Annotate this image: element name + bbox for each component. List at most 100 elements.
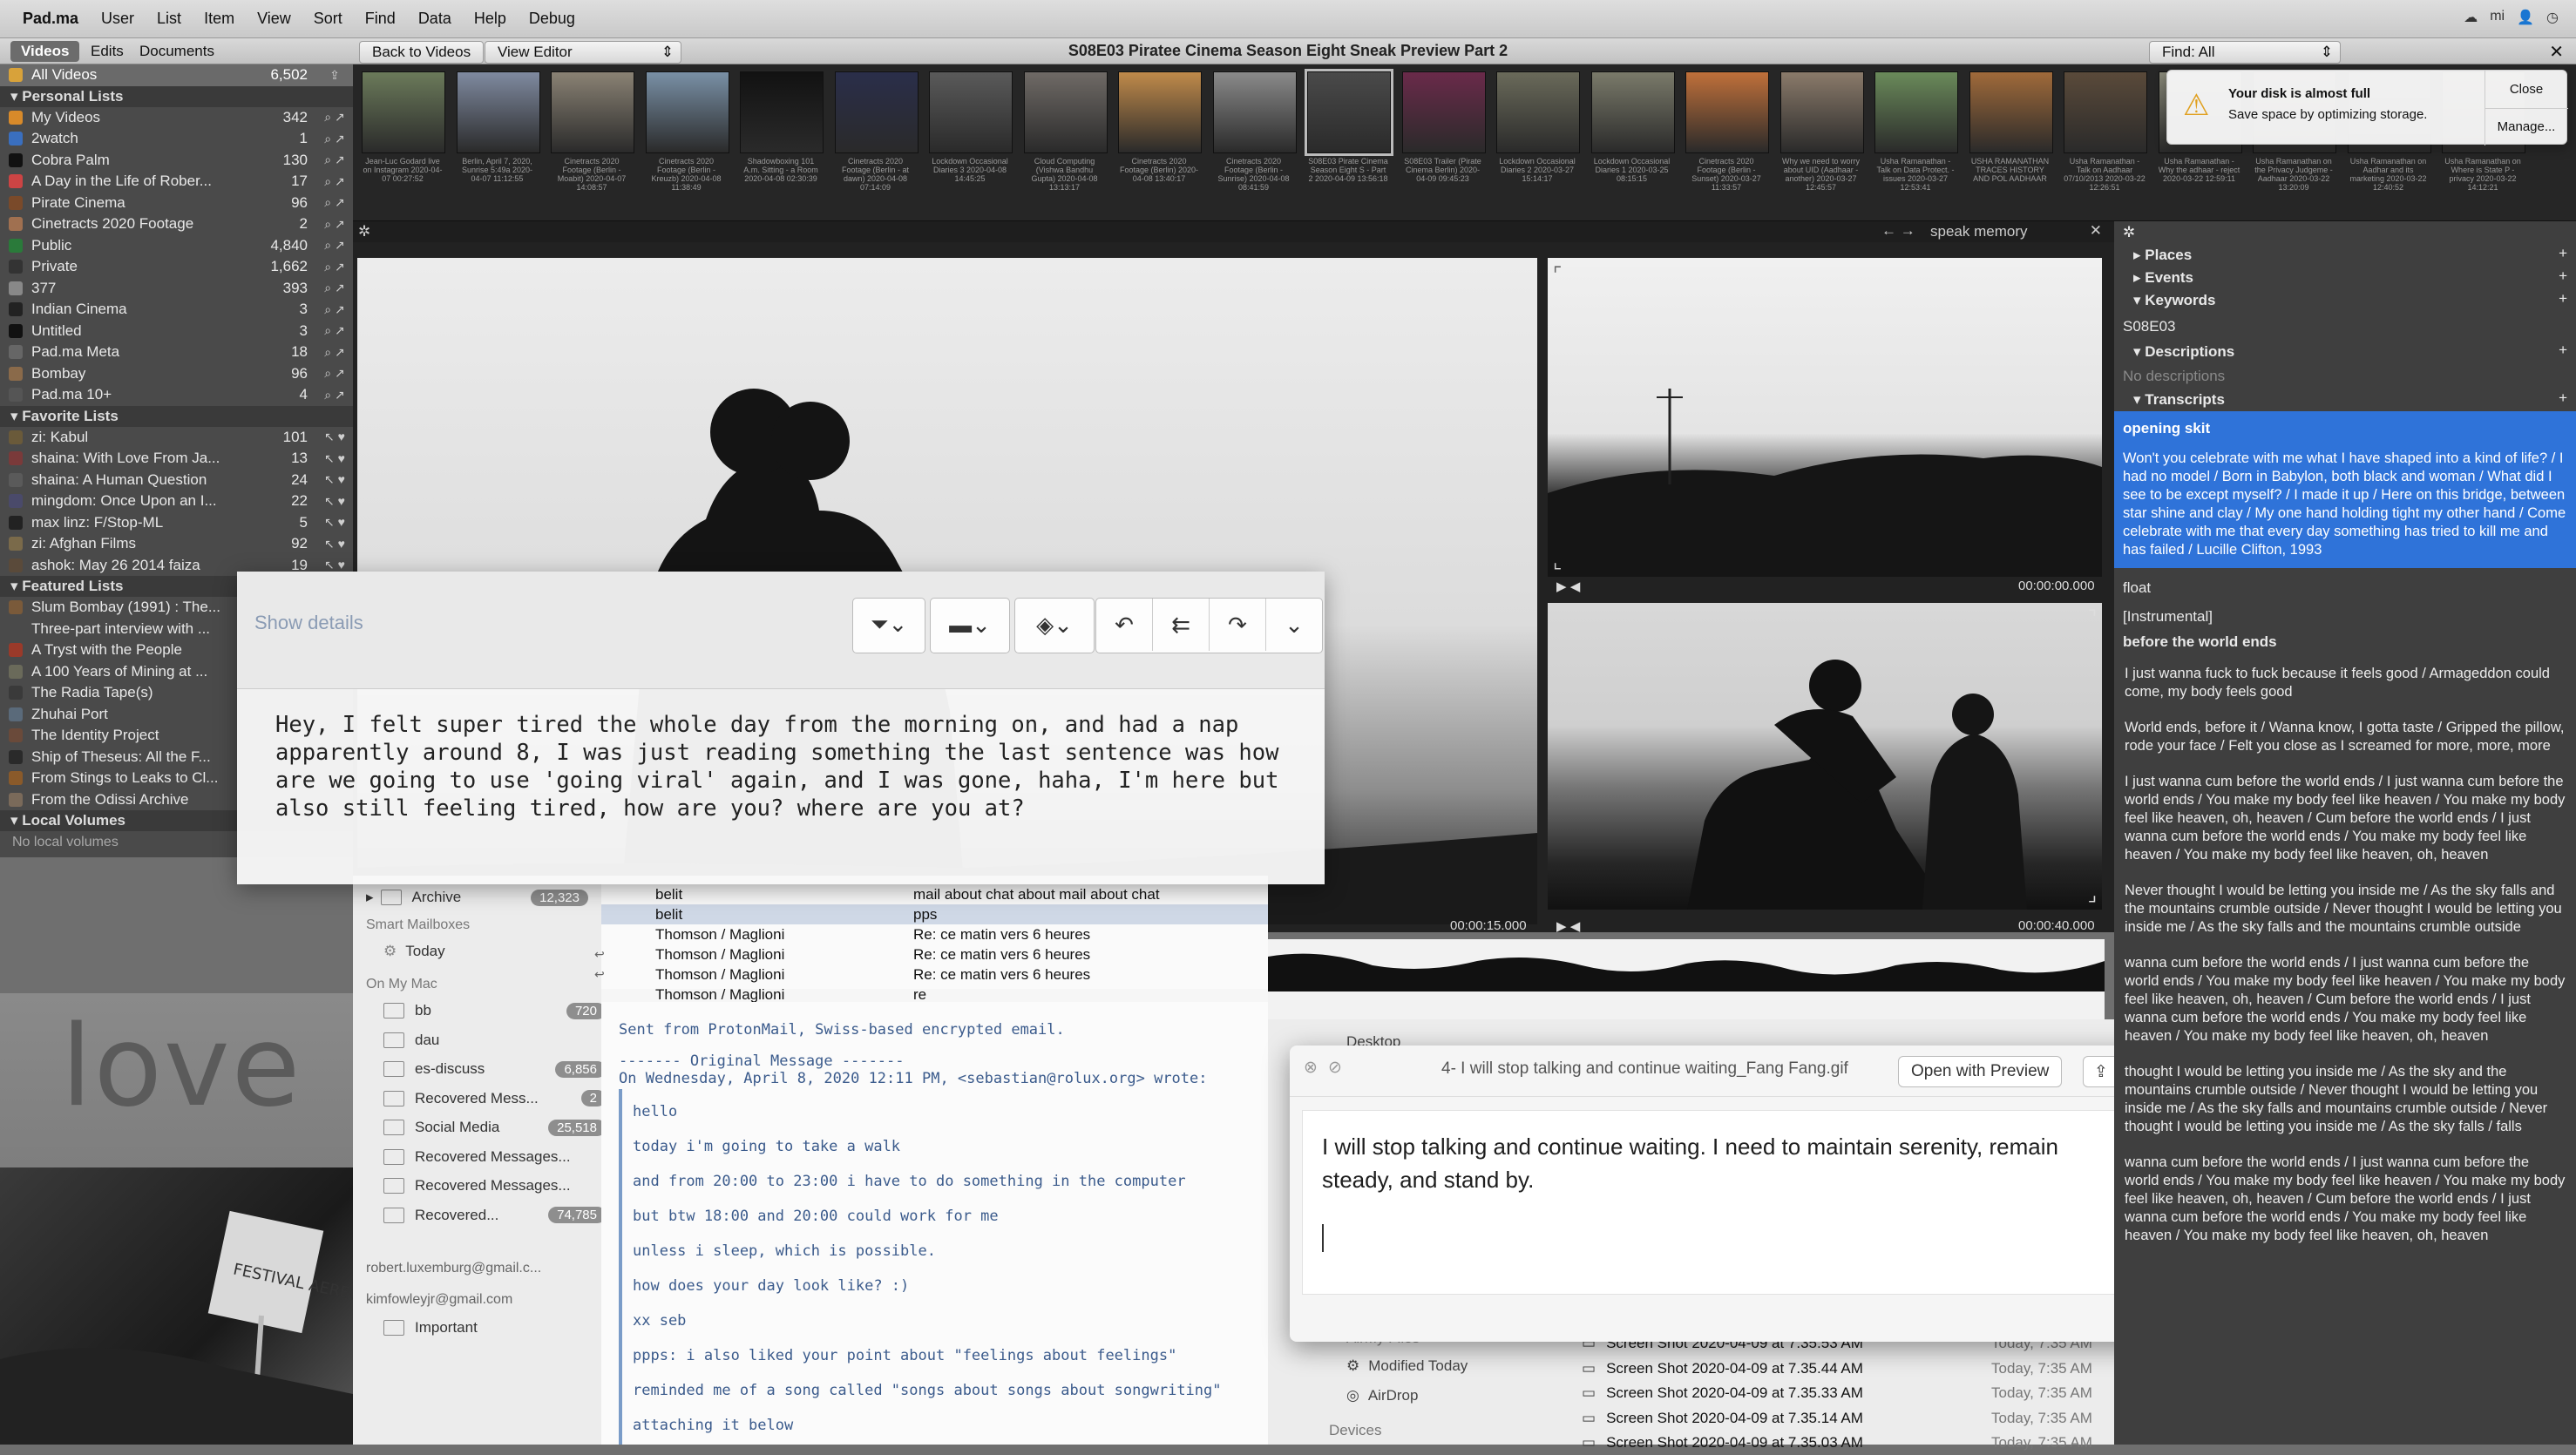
transcript-paragraph[interactable]: wanna cum before the world ends / I just… — [2114, 951, 2576, 1049]
sidebar-item-airdrop[interactable]: ◎ AirDrop — [1346, 1384, 1418, 1408]
sidebar-item-personal[interactable]: Cinetracts 2020 Footage 2 ⌕ ↗ — [0, 213, 353, 235]
menu-debug[interactable]: Debug — [529, 10, 575, 28]
search-icon[interactable]: ⌕ ↗ — [316, 174, 353, 189]
section-keywords[interactable]: ▾ Keywords + — [2114, 289, 2576, 312]
sidebar-item-personal[interactable]: 2watch 1 ⌕ ↗ — [0, 128, 353, 150]
sidebar-item-favorite[interactable]: max linz: F/Stop-ML 5 ↖ ♥ — [0, 512, 353, 534]
transcript-paragraph[interactable]: thought I would be letting you inside me… — [2114, 1059, 2576, 1140]
video-thumbnail[interactable]: Berlin, April 7, 2020, Sunrise 5:49a 202… — [456, 71, 540, 199]
filter-button[interactable]: ⏷⌄ — [852, 598, 925, 653]
add-icon[interactable]: + — [2559, 290, 2567, 308]
mailbox-archive[interactable]: ▸ Archive 12,323 — [366, 884, 597, 910]
search-icon[interactable]: ⌕ ↗ — [316, 323, 353, 338]
search-icon[interactable]: ⌕ ↗ — [316, 345, 353, 360]
message-row[interactable]: belit pps — [601, 904, 1268, 924]
add-icon[interactable]: + — [2559, 245, 2567, 262]
sidebar-item-personal[interactable]: A Day in the Life of Rober... 17 ⌕ ↗ — [0, 171, 353, 193]
sidebar-item-favorite[interactable]: zi: Kabul 101 ↖ ♥ — [0, 427, 353, 449]
mailbox-folder[interactable]: Recovered Mess... 2 — [383, 1086, 614, 1112]
gear-icon[interactable]: ✲ — [2123, 224, 2135, 241]
menu-sort[interactable]: Sort — [314, 10, 342, 28]
sidebar-item-personal[interactable]: Indian Cinema 3 ⌕ ↗ — [0, 299, 353, 321]
keyword-item[interactable]: S08E03 — [2114, 317, 2576, 335]
message-row[interactable]: ↩ Thomson / Maglioni Re: ce matin vers 6 h… — [594, 944, 1268, 964]
sidebar-item-all-videos[interactable]: All Videos 6,502 ⇪ — [0, 64, 353, 86]
section-places[interactable]: ▸ Places + — [2114, 244, 2576, 267]
section-favorite-lists[interactable]: ▾ Favorite Lists — [0, 405, 353, 427]
close-icon[interactable]: ⊗ — [1304, 1058, 1318, 1078]
file-row[interactable]: ▭ Screen Shot 2020-04-09 at 7.35.33 AM Tod… — [1582, 1381, 2105, 1405]
heart-icon[interactable]: ↖ ♥ — [316, 430, 353, 444]
folder-button[interactable]: ▬⌄ — [930, 598, 1010, 653]
mailbox-folder[interactable]: bb 720 — [383, 998, 614, 1024]
search-icon[interactable]: ⌕ ↗ — [316, 302, 353, 317]
gear-icon[interactable]: ✲ — [358, 223, 370, 240]
heart-icon[interactable]: ↖ ♥ — [316, 494, 353, 509]
close-button[interactable]: Close — [2484, 71, 2568, 109]
mailbox-folder[interactable]: Recovered Messages... — [383, 1173, 614, 1199]
video-thumbnail[interactable]: Lockdown Occasional Diaries 2 2020-03-27… — [1496, 71, 1580, 199]
menu-find[interactable]: Find — [365, 10, 396, 28]
video-thumbnail[interactable]: Cinetracts 2020 Footage (Berlin - Kreuzb… — [645, 71, 729, 199]
transcript-heading[interactable]: before the world ends — [2114, 633, 2576, 651]
heart-icon[interactable]: ↖ ♥ — [316, 451, 353, 466]
chevron-down-icon[interactable]: ⌄ — [1266, 599, 1322, 651]
video-thumbnail[interactable]: S08E03 Trailer (Pirate Cinema Berlin) 20… — [1401, 71, 1486, 199]
heart-icon[interactable]: ↖ ♥ — [316, 558, 353, 572]
transcript-selected[interactable]: opening skit Won't you celebrate with me… — [2114, 411, 2576, 568]
sidebar-item-personal[interactable]: Pirate Cinema 96 ⌕ ↗ — [0, 193, 353, 214]
add-icon[interactable]: + — [2559, 267, 2567, 285]
transcript-paragraph[interactable]: I just wanna cum before the world ends /… — [2114, 769, 2576, 868]
forward-icon[interactable]: ↷ — [1210, 599, 1266, 651]
menu-view[interactable]: View — [257, 10, 291, 28]
video-thumbnail[interactable]: Cinetracts 2020 Footage (Berlin - Sunset… — [1685, 71, 1769, 199]
message-row[interactable]: belit mail about chat about mail about ch… — [601, 884, 1268, 904]
reply-all-icon[interactable]: ⇇ — [1153, 599, 1210, 651]
video-thumbnail[interactable]: Lockdown Occasional Diaries 1 2020-03-25… — [1590, 71, 1675, 199]
manage-button[interactable]: Manage... — [2484, 108, 2568, 146]
video-thumbnail[interactable]: Usha Ramanathan - Talk on Aadhaar 07/10/… — [2064, 71, 2147, 199]
show-details-link[interactable]: Show details — [254, 612, 363, 634]
play-controls[interactable]: ▶ ◀ — [1556, 579, 1580, 594]
sidebar-item-personal[interactable]: Pad.ma Meta 18 ⌕ ↗ — [0, 342, 353, 363]
open-with-preview-button[interactable]: Open with Preview — [1898, 1056, 2063, 1087]
video-thumbnail[interactable]: USHA RAMANATHAN TRACES HISTORY AND POL A… — [1969, 71, 2053, 199]
sidebar-item-favorite[interactable]: mingdom: Once Upon an I... 22 ↖ ♥ — [0, 491, 353, 512]
heart-icon[interactable]: ↖ ♥ — [316, 515, 353, 530]
section-events[interactable]: ▸ Events + — [2114, 267, 2576, 289]
mailbox-folder[interactable]: Recovered... 74,785 — [383, 1202, 614, 1228]
menu-list[interactable]: List — [157, 10, 181, 28]
transcript-line[interactable]: [Instrumental] — [2114, 607, 2576, 626]
sidebar-item-personal[interactable]: My Videos 342 ⌕ ↗ — [0, 107, 353, 129]
preview-frame-a[interactable]: ⌜ ⌞ — [1548, 258, 2102, 577]
file-row[interactable]: ▭ Screen Shot 2020-04-09 at 7.35.14 AM Tod… — [1582, 1406, 2105, 1431]
sidebar-item-personal[interactable]: Cobra Palm 130 ⌕ ↗ — [0, 150, 353, 172]
sidebar-item-favorite[interactable]: zi: Afghan Films 92 ↖ ♥ — [0, 533, 353, 555]
menu-help[interactable]: Help — [474, 10, 506, 28]
mailbox-today[interactable]: ⚙ Today — [383, 938, 614, 964]
heart-icon[interactable]: ↖ ♥ — [316, 472, 353, 487]
sidebar-item-favorite[interactable]: shaina: With Love From Ja... 13 ↖ ♥ — [0, 448, 353, 470]
video-thumbnail[interactable]: Shadowboxing 101 A.m. Sitting - a Room 2… — [740, 71, 824, 199]
search-icon[interactable]: ⌕ ↗ — [316, 260, 353, 274]
sidebar-item-personal[interactable]: Bombay 96 ⌕ ↗ — [0, 363, 353, 385]
sidebar-item-personal[interactable]: 377 393 ⌕ ↗ — [0, 278, 353, 300]
video-thumbnail[interactable]: Jean-Luc Godard live on Instagram 2020-0… — [362, 71, 445, 199]
search-icon[interactable]: ⌕ ↗ — [316, 238, 353, 253]
heart-icon[interactable]: ↖ ♥ — [316, 537, 353, 552]
file-row[interactable]: ▭ Screen Shot 2020-04-09 at 7.35.44 AM Tod… — [1582, 1357, 2105, 1381]
search-icon[interactable]: ⌕ ↗ — [316, 366, 353, 381]
sidebar-item-personal[interactable]: Public 4,840 ⌕ ↗ — [0, 235, 353, 257]
transcript-paragraph[interactable]: wanna cum before the world ends / I just… — [2114, 1150, 2576, 1249]
mailbox-important[interactable]: Important — [383, 1315, 614, 1341]
search-icon[interactable]: ⌕ ↗ — [316, 152, 353, 167]
search-icon[interactable]: ⌕ ↗ — [316, 281, 353, 295]
video-thumbnail[interactable]: Lockdown Occasional Diaries 3 2020-04-08… — [929, 71, 1013, 199]
clock-icon[interactable]: ◷ — [2546, 9, 2559, 26]
search-icon[interactable]: ⌕ ↗ — [316, 388, 353, 403]
reply-icon[interactable]: ↶ — [1096, 599, 1153, 651]
section-descriptions[interactable]: ▾ Descriptions + — [2114, 341, 2576, 363]
add-icon[interactable]: + — [2559, 389, 2567, 407]
account-kimfowley[interactable]: kimfowleyjr@gmail.com — [366, 1287, 597, 1313]
mailbox-folder[interactable]: Social Media 25,518 — [383, 1114, 614, 1140]
